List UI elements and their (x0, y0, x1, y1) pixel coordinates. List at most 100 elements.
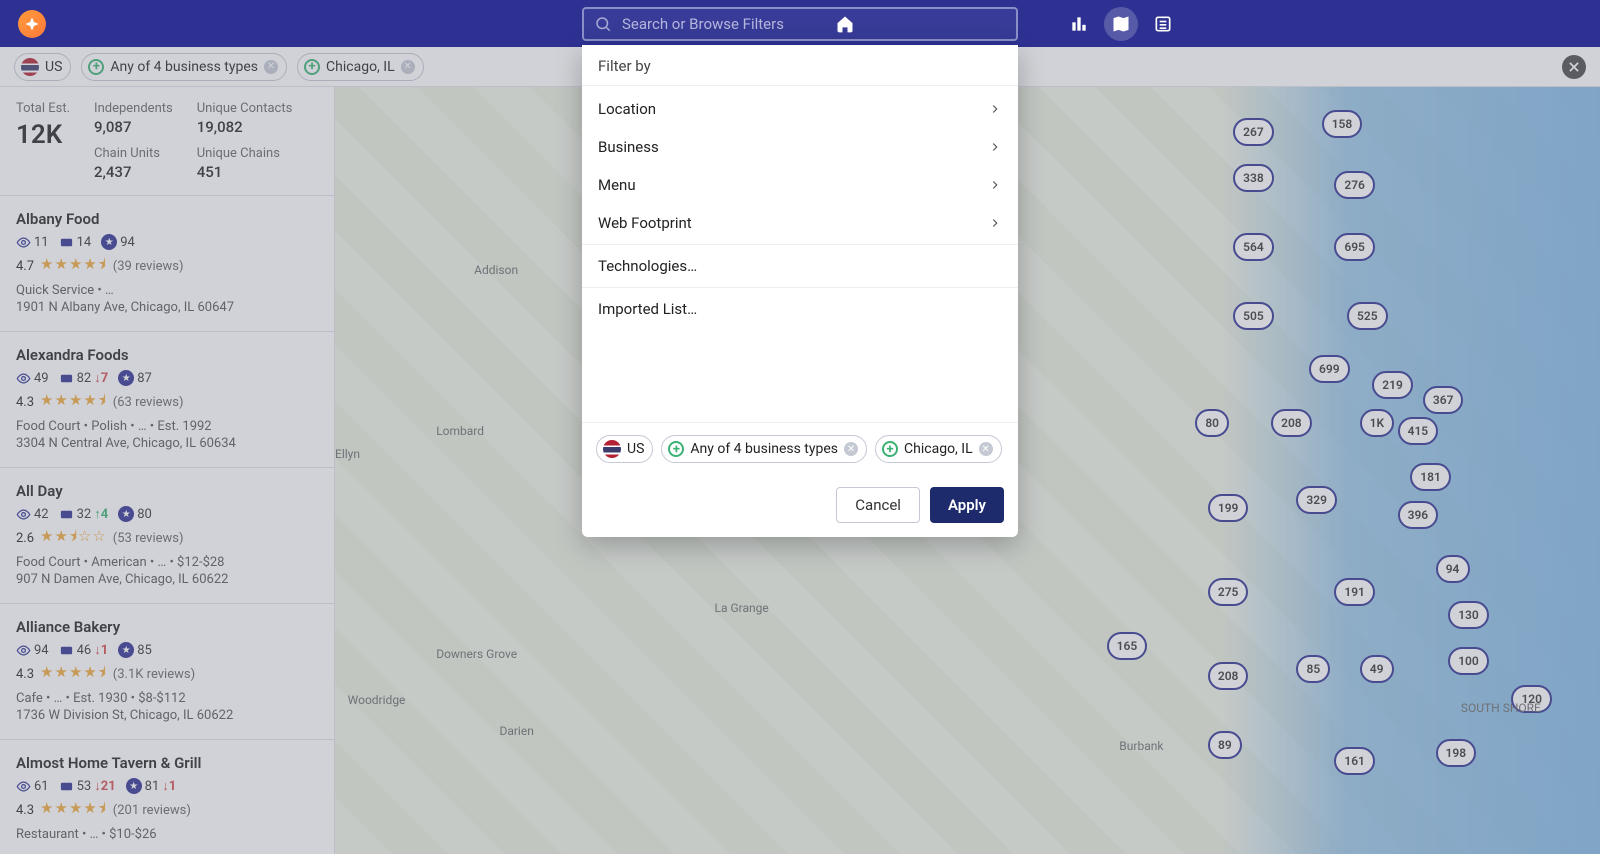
remove-chip-icon[interactable]: ✕ (401, 60, 415, 74)
chevron-right-icon (988, 102, 1002, 116)
activity-icon (59, 235, 74, 250)
rating-value: 4.3 (16, 803, 34, 818)
map-cluster-bubble[interactable]: 699 (1309, 355, 1350, 383)
result-badges: 11 14 ★94 (16, 234, 318, 250)
map-cluster-bubble[interactable]: 198 (1436, 739, 1477, 767)
map-cluster-bubble[interactable]: 525 (1347, 302, 1388, 330)
map-cluster-bubble[interactable]: 199 (1208, 494, 1249, 522)
us-flag-icon (21, 58, 39, 76)
map-cluster-bubble[interactable]: 158 (1322, 110, 1363, 138)
star-icon: ★ (101, 234, 117, 250)
result-badges: 61 53↓21 ★81↓1 (16, 778, 318, 794)
stat-value: 9,087 (94, 118, 173, 136)
map-cluster-bubble[interactable]: 89 (1208, 731, 1242, 759)
star-rating: ★★★★⯨ (40, 662, 107, 687)
activity-icon (59, 507, 74, 522)
result-meta: Quick Service • … (16, 283, 318, 298)
rating-row: 4.3 ★★★★⯨ (63 reviews) (16, 390, 318, 415)
analytics-button[interactable] (1062, 7, 1096, 41)
result-address: 1736 W Division St, Chicago, IL 60622 (16, 708, 318, 723)
map-cluster-bubble[interactable]: 415 (1398, 417, 1439, 445)
map-cluster-bubble[interactable]: 165 (1107, 632, 1148, 660)
review-count: (63 reviews) (113, 395, 184, 410)
map-cluster-bubble[interactable]: 161 (1334, 747, 1375, 775)
map-cluster-bubble[interactable]: 396 (1398, 501, 1439, 529)
map-cluster-bubble[interactable]: 275 (1208, 578, 1249, 606)
chip-business-types[interactable]: + Any of 4 business types ✕ (81, 53, 287, 81)
map-cluster-bubble[interactable]: 191 (1334, 578, 1375, 606)
chip-country[interactable]: US (14, 53, 71, 81)
map-cluster-bubble[interactable]: 80 (1195, 409, 1229, 437)
cancel-button[interactable]: Cancel (836, 487, 920, 523)
list-icon (1153, 14, 1173, 34)
stat-label: Unique Contacts (197, 101, 293, 116)
review-count: (53 reviews) (113, 531, 184, 546)
filter-item-business[interactable]: Business (582, 128, 1018, 166)
review-count: (201 reviews) (113, 803, 191, 818)
apply-button[interactable]: Apply (930, 487, 1004, 523)
result-address: 907 N Damen Ave, Chicago, IL 60622 (16, 572, 318, 587)
search-icon (594, 15, 612, 33)
map-cluster-bubble[interactable]: 695 (1334, 233, 1375, 261)
chip-country[interactable]: US (596, 435, 653, 463)
map-icon (1111, 14, 1131, 34)
map-cluster-bubble[interactable]: 505 (1233, 302, 1274, 330)
filter-item-technologies[interactable]: Technologies… (582, 247, 1018, 285)
map-cluster-bubble[interactable]: 1K (1360, 409, 1394, 437)
list-view-button[interactable] (1146, 7, 1180, 41)
map-cluster-bubble[interactable]: 564 (1233, 233, 1274, 261)
map-view-button[interactable] (1104, 7, 1138, 41)
chip-business-types[interactable]: + Any of 4 business types ✕ (661, 435, 867, 463)
chip-label: US (45, 59, 62, 75)
result-card[interactable]: Almost Home Tavern & Grill 61 53↓21 ★81↓… (0, 740, 334, 854)
result-card[interactable]: Alliance Bakery 94 46↓1 ★85 4.3 ★★★★⯨ (3… (0, 604, 334, 740)
result-badges: 42 32↑4 ★80 (16, 506, 318, 522)
map-cluster-bubble[interactable]: 49 (1360, 655, 1394, 683)
filter-item-label: Technologies… (598, 257, 697, 275)
map-cluster-bubble[interactable]: 367 (1423, 386, 1464, 414)
filter-item-imported-list[interactable]: Imported List… (582, 290, 1018, 328)
remove-chip-icon[interactable]: ✕ (979, 442, 993, 456)
map-cluster-bubble[interactable]: 100 (1448, 647, 1489, 675)
results-list[interactable]: Albany Food 11 14 ★94 4.7 ★★★★⯨ (39 revi… (0, 196, 334, 854)
remove-chip-icon[interactable]: ✕ (264, 60, 278, 74)
map-place-label: Downers Grove (436, 647, 517, 661)
remove-chip-icon[interactable]: ✕ (844, 442, 858, 456)
stat-value: 451 (197, 163, 293, 181)
activity-badge: 32↑4 (59, 506, 109, 522)
panel-active-filters: US + Any of 4 business types ✕ + Chicago… (582, 422, 1018, 475)
search-container[interactable] (582, 7, 1018, 41)
map-cluster-bubble[interactable]: 329 (1296, 486, 1337, 514)
result-card[interactable]: All Day 42 32↑4 ★80 2.6 ★★⯨☆☆ (53 review… (0, 468, 334, 604)
stat-label: Independents (94, 101, 173, 116)
search-input[interactable] (620, 14, 1006, 34)
map-cluster-bubble[interactable]: 85 (1296, 655, 1330, 683)
map-cluster-bubble[interactable]: 208 (1271, 409, 1312, 437)
map-place-label: La Grange (715, 601, 769, 615)
filter-item-menu[interactable]: Menu (582, 166, 1018, 204)
review-count: (3.1K reviews) (113, 667, 195, 682)
map-cluster-bubble[interactable]: 267 (1233, 118, 1274, 146)
map-cluster-bubble[interactable]: 219 (1372, 371, 1413, 399)
chip-location[interactable]: + Chicago, IL ✕ (297, 53, 424, 81)
map-cluster-bubble[interactable]: 208 (1208, 662, 1249, 690)
map-cluster-bubble[interactable]: 276 (1334, 171, 1375, 199)
chip-label: Any of 4 business types (690, 441, 838, 457)
map-cluster-bubble[interactable]: 130 (1448, 601, 1489, 629)
map-cluster-bubble[interactable]: 338 (1233, 164, 1274, 192)
map-cluster-bubble[interactable]: 94 (1436, 555, 1470, 583)
result-card[interactable]: Alexandra Foods 49 82↓7 ★87 4.3 ★★★★⯨ (6… (0, 332, 334, 468)
filter-item-web-footprint[interactable]: Web Footprint (582, 204, 1018, 242)
plus-icon: + (304, 59, 320, 75)
views-badge: 11 (16, 235, 49, 250)
chip-location[interactable]: + Chicago, IL ✕ (875, 435, 1002, 463)
stat-label: Unique Chains (197, 146, 293, 161)
rating-value: 4.3 (16, 395, 34, 410)
result-address: 1901 N Albany Ave, Chicago, IL 60647 (16, 300, 318, 315)
filter-item-location[interactable]: Location (582, 90, 1018, 128)
compass-icon (24, 16, 40, 32)
app-logo[interactable] (18, 10, 46, 38)
map-cluster-bubble[interactable]: 181 (1410, 463, 1451, 491)
result-card[interactable]: Albany Food 11 14 ★94 4.7 ★★★★⯨ (39 revi… (0, 196, 334, 332)
clear-all-filters[interactable] (1562, 55, 1586, 79)
